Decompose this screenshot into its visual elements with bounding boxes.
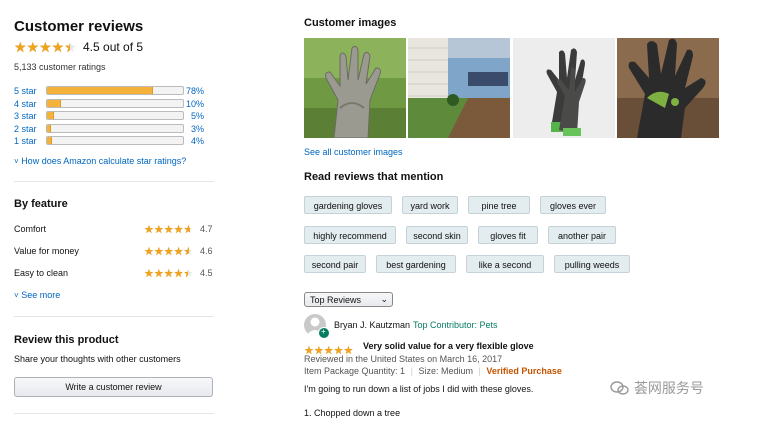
feature-stars: ★★★★★★★★★★ xyxy=(144,268,194,280)
mention-chip[interactable]: highly recommend xyxy=(304,226,396,244)
histogram-star-label[interactable]: 4 star xyxy=(14,98,37,110)
customer-image-thumbnail[interactable] xyxy=(408,38,510,138)
chevron-down-icon: ⌄ xyxy=(380,294,388,304)
ratings-count: 5,133 customer ratings xyxy=(14,62,106,72)
review-product-subtitle: Share your thoughts with other customers xyxy=(14,354,181,364)
review-product-title: Review this product xyxy=(14,334,119,346)
feature-rating-value: 4.5 xyxy=(200,268,213,278)
sort-selected-value: Top Reviews xyxy=(310,295,362,305)
histogram-bar[interactable] xyxy=(46,111,184,120)
verified-purchase-badge: Verified Purchase xyxy=(486,366,562,376)
overall-rating-text: 4.5 out of 5 xyxy=(83,40,144,54)
review-title[interactable]: Very solid value for a very flexible glo… xyxy=(363,341,534,351)
histogram-percent[interactable]: 5% xyxy=(191,110,204,122)
divider xyxy=(14,413,214,414)
histogram-row[interactable]: 3 star 5% xyxy=(14,110,204,122)
histogram-bar-fill xyxy=(47,124,52,132)
see-more-link[interactable]: ˅ See more xyxy=(14,290,60,300)
histogram-star-label[interactable]: 1 star xyxy=(14,135,37,147)
sort-select[interactable]: Top Reviews ⌄ xyxy=(304,292,393,307)
contributor-badge-icon: + xyxy=(318,327,330,339)
feature-name: Comfort xyxy=(14,224,47,234)
mention-chip[interactable]: pine tree xyxy=(468,196,530,214)
histogram-bar[interactable] xyxy=(46,136,184,145)
see-more-label: See more xyxy=(21,290,61,300)
mention-chip[interactable]: gloves fit xyxy=(478,226,538,244)
feature-name: Easy to clean xyxy=(14,268,69,278)
review-size: Size: Medium xyxy=(418,366,473,376)
histogram-row[interactable]: 2 star 3% xyxy=(14,123,204,135)
mention-chip[interactable]: gardening gloves xyxy=(304,196,392,214)
histogram-bar-fill xyxy=(47,99,61,107)
review-author[interactable]: Bryan J. Kautzman xyxy=(334,320,410,330)
chevron-down-icon: ˅ xyxy=(14,157,19,166)
divider xyxy=(14,181,214,182)
review-date: Reviewed in the United States on March 1… xyxy=(304,354,503,364)
review-author-badge[interactable]: Top Contributor: Pets xyxy=(413,320,498,330)
mention-chip[interactable]: best gardening xyxy=(376,255,456,273)
divider xyxy=(14,316,214,317)
histogram-bar[interactable] xyxy=(46,98,184,108)
mention-chip[interactable]: second pair xyxy=(304,255,366,273)
histogram-star-label[interactable]: 2 star xyxy=(14,123,37,135)
feature-row: Comfort ★★★★★ ★★★★★ 4.7 xyxy=(14,222,214,236)
feature-rating-value: 4.7 xyxy=(200,224,213,234)
mention-chip[interactable]: gloves ever xyxy=(540,196,606,214)
mentions-title: Read reviews that mention xyxy=(304,171,444,183)
wechat-icon xyxy=(610,381,630,395)
review-body-line: I'm going to run down a list of jobs I d… xyxy=(304,384,534,394)
histogram-bar-fill xyxy=(47,112,54,119)
review-package-quantity: Item Package Quantity: 1 xyxy=(304,366,406,376)
histogram-bar-fill xyxy=(47,87,154,94)
histogram-row[interactable]: 5 star 78% xyxy=(14,85,204,97)
feature-stars: ★★★★★★★★★★ xyxy=(144,246,194,258)
histogram-percent[interactable]: 4% xyxy=(191,135,204,147)
histogram-row[interactable]: 4 star 10% xyxy=(14,98,204,110)
feature-row: Easy to clean ★★★★★★★★★★ 4.5 xyxy=(14,266,214,280)
feature-rating-value: 4.6 xyxy=(200,246,213,256)
how-calculated-link[interactable]: ˅ How does Amazon calculate star ratings… xyxy=(14,156,186,166)
histogram-star-label[interactable]: 5 star xyxy=(14,85,37,97)
histogram-row[interactable]: 1 star 4% xyxy=(14,135,204,147)
customer-images-title: Customer images xyxy=(304,17,397,29)
customer-image-thumbnail[interactable] xyxy=(513,38,615,138)
mention-chip[interactable]: like a second xyxy=(466,255,544,273)
overall-rating-stars: ★★★★★★★★★★ xyxy=(14,39,77,55)
by-feature-title: By feature xyxy=(14,198,68,210)
chevron-down-icon: ˅ xyxy=(14,291,19,300)
feature-name: Value for money xyxy=(14,246,79,256)
histogram-percent[interactable]: 3% xyxy=(191,123,204,135)
histogram-star-label[interactable]: 3 star xyxy=(14,110,37,122)
customer-reviews-title: Customer reviews xyxy=(14,18,144,35)
review-body-line: 1. Chopped down a tree xyxy=(304,408,401,418)
how-calculated-label: How does Amazon calculate star ratings? xyxy=(21,156,187,166)
write-review-button[interactable]: Write a customer review xyxy=(14,377,213,397)
mention-chip[interactable]: yard work xyxy=(402,196,458,214)
histogram-bar[interactable] xyxy=(46,123,184,133)
review-meta: Item Package Quantity: 1 | Size: Medium … xyxy=(304,366,562,376)
histogram-bar-fill xyxy=(47,137,53,144)
feature-stars: ★★★★★★★★★★ xyxy=(144,224,194,236)
mention-chip[interactable]: pulling weeds xyxy=(554,255,630,273)
mention-chip[interactable]: second skin xyxy=(406,226,468,244)
histogram-percent[interactable]: 78% xyxy=(186,85,204,97)
customer-image-thumbnail[interactable] xyxy=(617,38,719,138)
watermark: 荟网服务号 xyxy=(610,378,704,396)
histogram-percent[interactable]: 10% xyxy=(186,98,204,110)
feature-row: Value for money ★★★★★ ★★★★★ 4.6 xyxy=(14,244,214,258)
histogram-bar[interactable] xyxy=(46,86,184,95)
see-all-images-link[interactable]: See all customer images xyxy=(304,147,403,157)
watermark-text: 荟网服务号 xyxy=(633,380,704,396)
customer-image-thumbnail[interactable] xyxy=(304,38,406,138)
mention-chip[interactable]: another pair xyxy=(548,226,616,244)
